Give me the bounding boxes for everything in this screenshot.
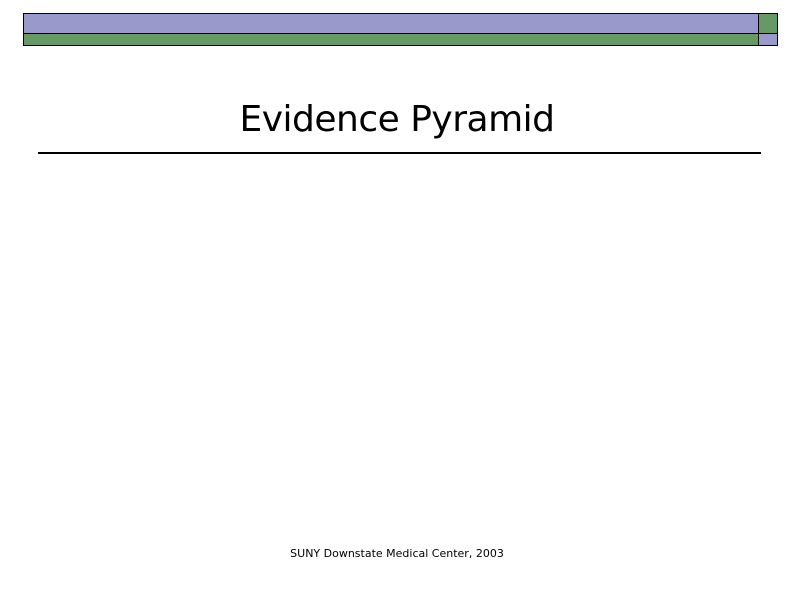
title-underline [38, 152, 761, 154]
header-bar-green-square [758, 13, 778, 34]
header-bar-purple-square [758, 33, 778, 46]
header-bar-purple [23, 13, 759, 34]
slide: Evidence Pyramid SUNY Downstate Medical … [0, 0, 794, 596]
slide-footer: SUNY Downstate Medical Center, 2003 [290, 547, 504, 560]
slide-title: Evidence Pyramid [239, 99, 555, 140]
header-bar-green [23, 33, 759, 46]
